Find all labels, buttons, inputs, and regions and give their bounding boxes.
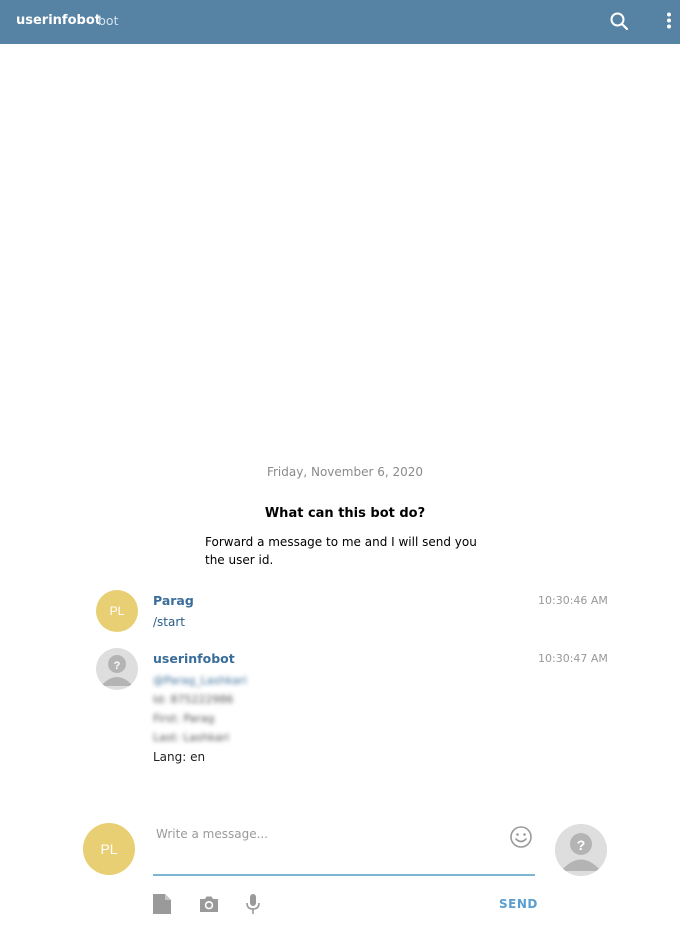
redacted-line: @Parag_Lashkari bbox=[153, 674, 247, 687]
chat-title[interactable]: userinfobot bbox=[16, 13, 101, 28]
redacted-line: Id: 875222986 bbox=[153, 693, 234, 706]
search-icon[interactable] bbox=[607, 10, 631, 34]
chat-subtitle: bot bbox=[98, 13, 119, 28]
message-time: 10:30:46 AM bbox=[538, 594, 608, 607]
avatar[interactable]: PL bbox=[96, 590, 138, 632]
message-time: 10:30:47 AM bbox=[538, 652, 608, 665]
camera-icon[interactable] bbox=[197, 892, 221, 916]
message-input[interactable]: Write a message... bbox=[153, 822, 535, 876]
send-button[interactable]: SEND bbox=[499, 897, 538, 911]
attach-file-icon[interactable] bbox=[150, 892, 174, 916]
bot-avatar[interactable]: ? bbox=[555, 824, 607, 876]
svg-text:?: ? bbox=[577, 837, 586, 853]
bot-info-description-line: Forward a message to me and I will send … bbox=[205, 535, 477, 549]
avatar-initials: PL bbox=[109, 604, 125, 618]
bot-info-description-line: the user id. bbox=[205, 553, 274, 567]
message-input-placeholder: Write a message... bbox=[156, 827, 269, 841]
redacted-line: First: Parag bbox=[153, 712, 215, 725]
microphone-icon[interactable] bbox=[241, 892, 265, 916]
message-text: Lang: en bbox=[153, 750, 206, 764]
more-vert-icon[interactable] bbox=[657, 10, 680, 34]
bot-info-description: Forward a message to me and I will send … bbox=[205, 533, 485, 569]
emoji-icon[interactable] bbox=[509, 825, 533, 849]
chat-header: userinfobot bot bbox=[0, 0, 680, 44]
message-author[interactable]: Parag bbox=[153, 593, 194, 608]
svg-text:?: ? bbox=[114, 660, 121, 672]
date-separator: Friday, November 6, 2020 bbox=[266, 465, 424, 479]
composer-avatar: PL bbox=[83, 823, 135, 875]
message-author[interactable]: userinfobot bbox=[153, 651, 235, 666]
redacted-line: Last: Lashkari bbox=[153, 731, 230, 744]
unknown-user-icon[interactable]: ? bbox=[96, 648, 138, 690]
message-text[interactable]: /start bbox=[153, 615, 185, 629]
avatar-initials: PL bbox=[100, 841, 118, 857]
bot-info-title: What can this bot do? bbox=[264, 506, 426, 521]
